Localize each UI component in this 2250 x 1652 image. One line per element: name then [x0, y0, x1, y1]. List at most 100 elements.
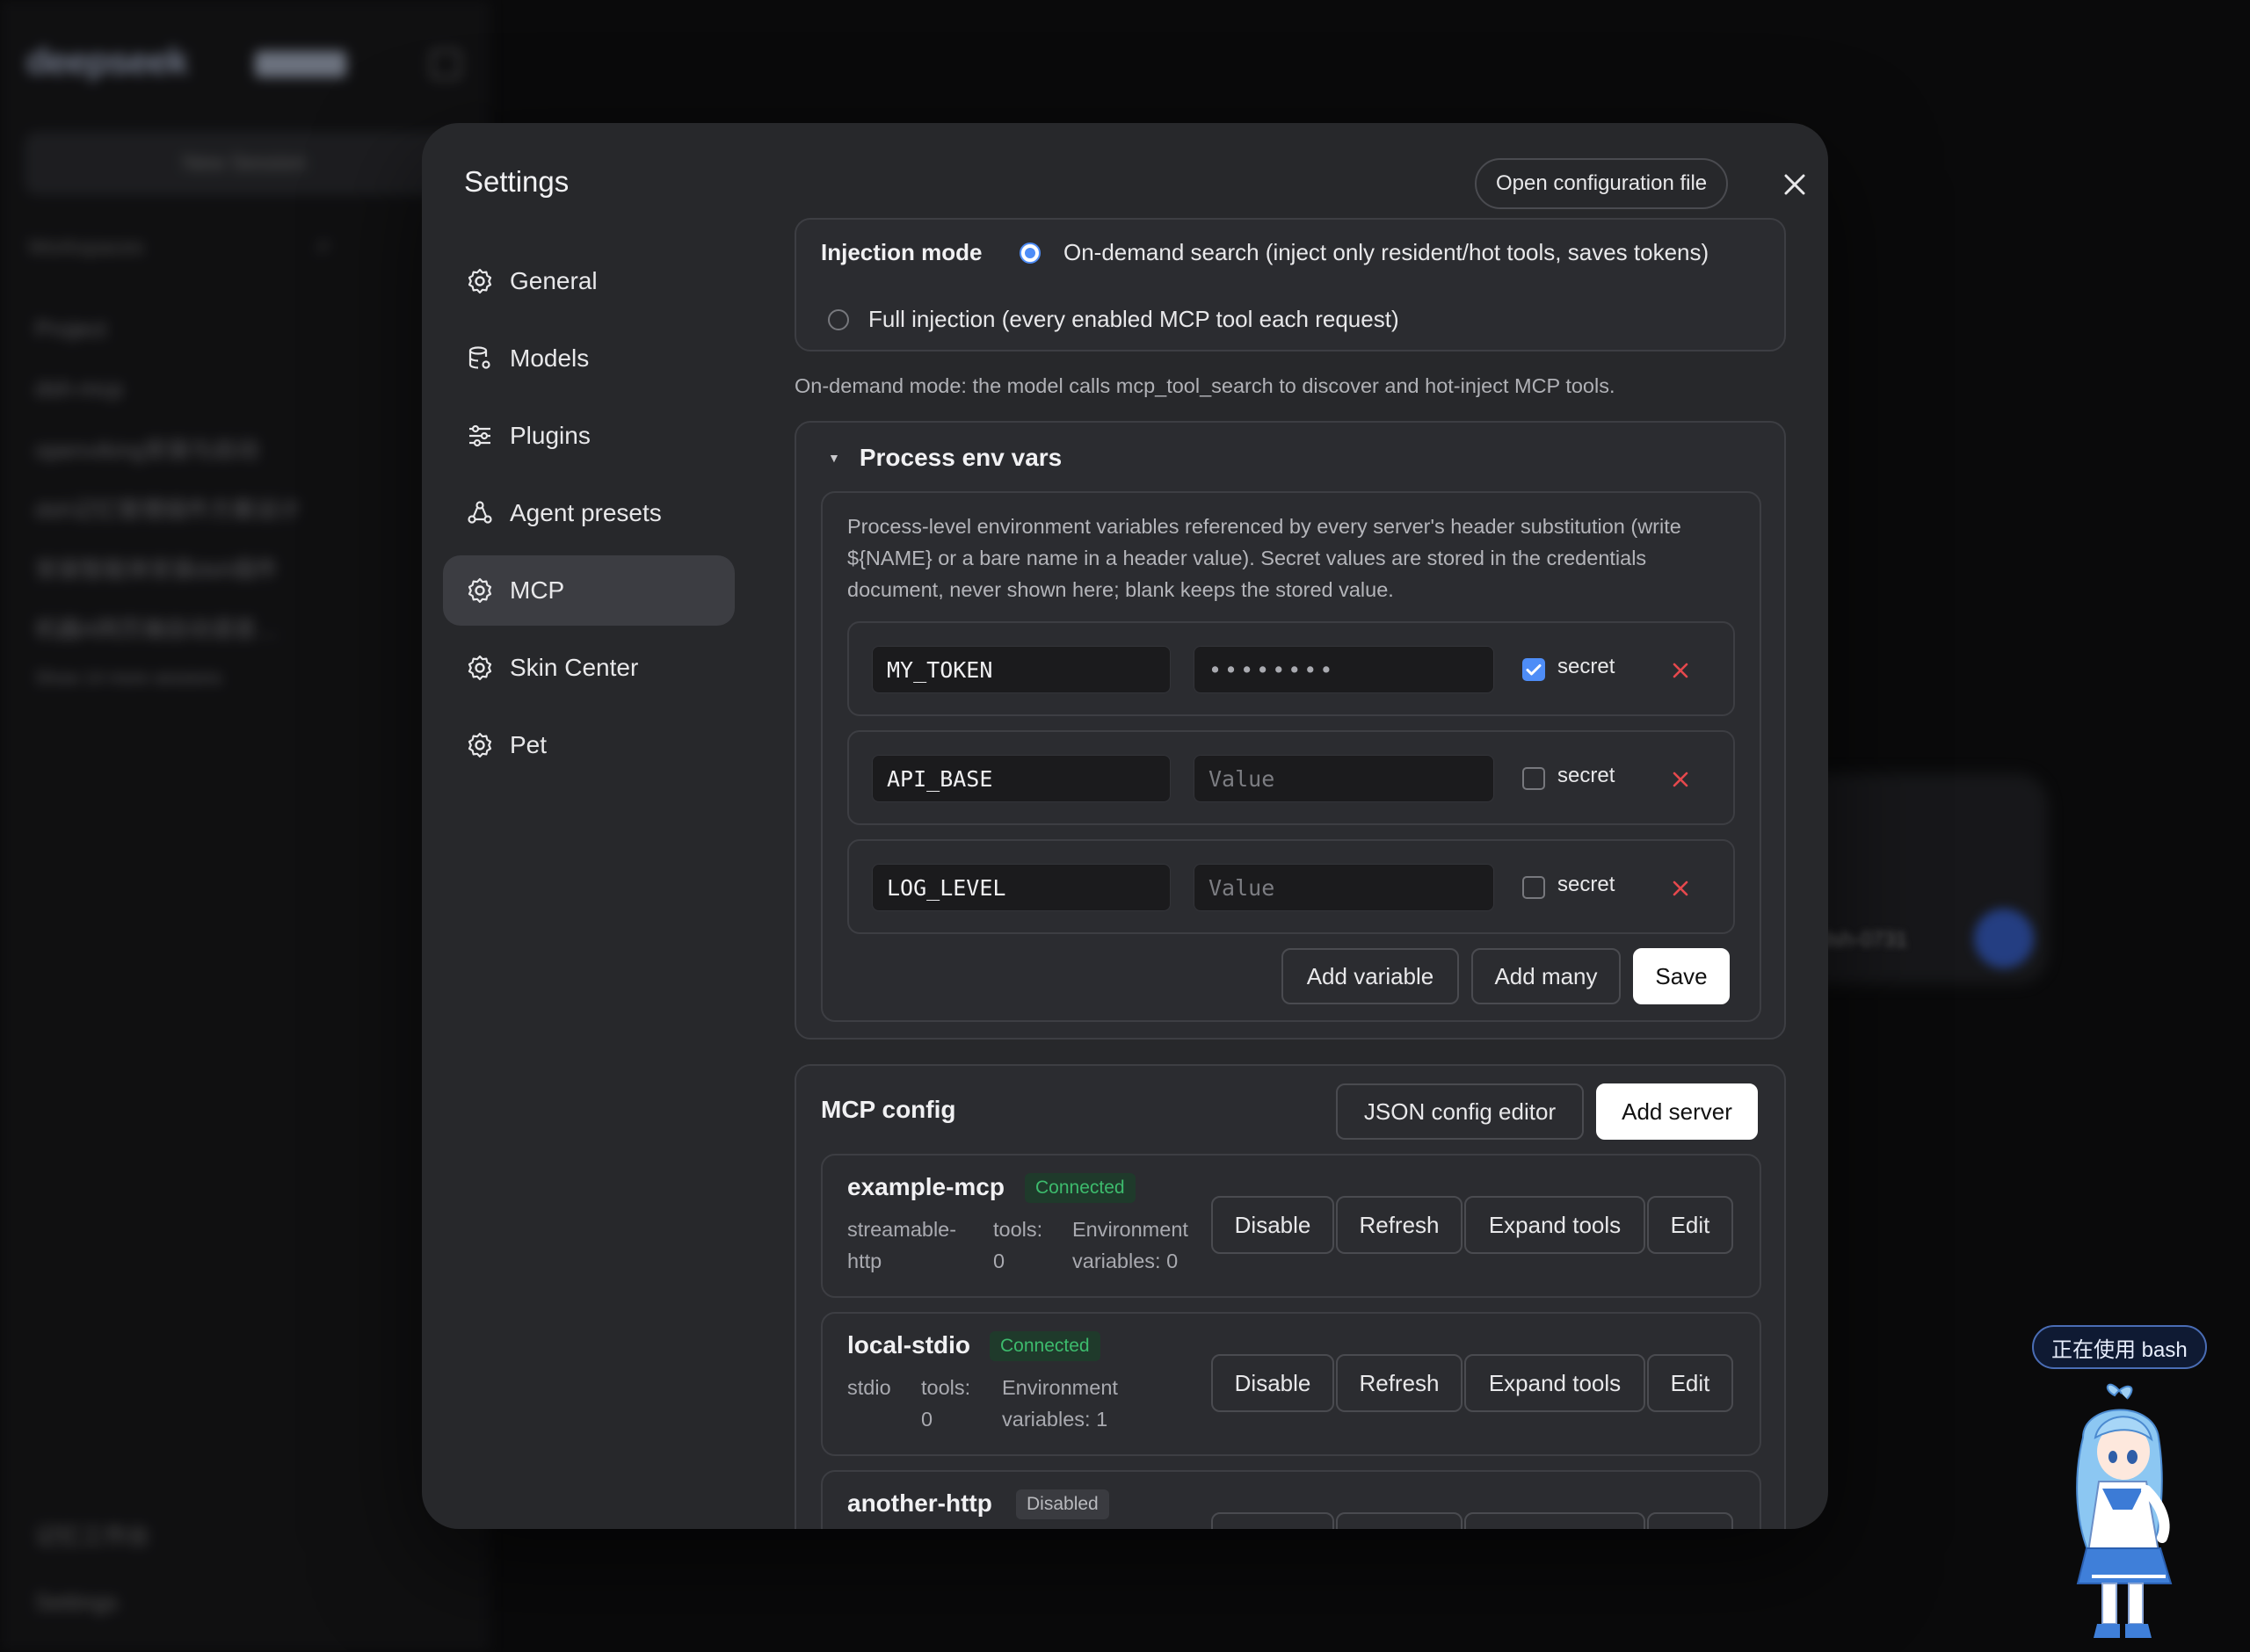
list-item: Project	[35, 315, 106, 342]
expand-tools-button[interactable]: Expand tools	[1464, 1196, 1645, 1254]
radio-on-demand[interactable]	[1020, 243, 1041, 264]
process-env-panel: ▼ Process env vars Process-level environ…	[795, 421, 1786, 1040]
env-vars-box: Process-level environment variables refe…	[821, 491, 1761, 1022]
nav-item-general[interactable]: General	[443, 246, 735, 316]
settings-dialog: Settings Open configuration file General…	[422, 123, 1828, 1529]
background-card-text: dsh-0731	[1819, 928, 1908, 952]
server-name: another-http	[847, 1489, 992, 1517]
edit-button[interactable]: Edit	[1647, 1354, 1733, 1412]
nav-item-models[interactable]: Models	[443, 323, 735, 394]
expand-tools-button[interactable]: Expand tools	[1464, 1354, 1645, 1412]
workspaces-label: Workspaces	[28, 235, 144, 259]
session-list: Project dsh-mcp openviking安装与启动 dsh记忆管理插…	[35, 299, 457, 699]
disable-button[interactable]: Disable	[1211, 1196, 1334, 1254]
add-server-button[interactable]: Add server	[1596, 1083, 1758, 1140]
check-icon	[1526, 664, 1542, 676]
option-on-demand-label[interactable]: On-demand search (inject only resident/h…	[1063, 239, 1709, 266]
secret-checkbox[interactable]	[1522, 658, 1545, 681]
delete-icon[interactable]	[1668, 876, 1693, 901]
delete-icon[interactable]	[1668, 767, 1693, 792]
mcp-config-title: MCP config	[821, 1096, 956, 1123]
footer-settings: Settings	[35, 1589, 118, 1615]
save-button[interactable]: Save	[1633, 948, 1730, 1004]
delete-icon[interactable]	[1668, 658, 1693, 683]
status-badge: Connected	[990, 1331, 1100, 1361]
settings-nav: General Models Plugins Agent presets MCP…	[443, 246, 735, 787]
server-actions	[1211, 1512, 1735, 1529]
refresh-button[interactable]: Refresh	[1336, 1354, 1462, 1412]
secret-label: secret	[1557, 873, 1615, 896]
secret-checkbox[interactable]	[1522, 876, 1545, 899]
nav-item-mcp[interactable]: MCP	[443, 555, 735, 626]
secret-checkbox[interactable]	[1522, 767, 1545, 790]
env-section-title: Process env vars	[859, 444, 1063, 471]
show-more: Show 14 more sessions	[35, 668, 222, 688]
server-actions: Disable Refresh Expand tools Edit	[1211, 1196, 1735, 1254]
expand-tools-button[interactable]	[1464, 1512, 1645, 1529]
gear-icon	[468, 268, 492, 294]
background-send-button	[1974, 909, 2034, 968]
injection-mode-panel: Injection mode On-demand search (inject …	[795, 218, 1786, 351]
pet-mascot[interactable]	[2048, 1376, 2188, 1648]
nav-label: Skin Center	[510, 654, 639, 681]
list-item: 机器A网页端自动语音…	[35, 615, 279, 642]
env-section-toggle[interactable]: ▼ Process env vars	[828, 444, 1062, 472]
app-logo: deepseek	[26, 40, 188, 82]
list-item: 安装智能体安装dsh插件	[35, 555, 278, 583]
edit-button[interactable]: Edit	[1647, 1196, 1733, 1254]
env-value-input[interactable]: ••••••••	[1194, 646, 1494, 693]
add-variable-button[interactable]: Add variable	[1281, 948, 1459, 1004]
server-tools: tools: 0	[993, 1218, 1043, 1272]
secret-label: secret	[1557, 655, 1615, 678]
radio-full-injection[interactable]	[828, 309, 849, 330]
list-item: dsh记忆管理插件方案设计	[35, 496, 301, 523]
env-value-input[interactable]: Value	[1194, 755, 1494, 802]
nav-item-plugins[interactable]: Plugins	[443, 401, 735, 471]
server-name: local-stdio	[847, 1331, 971, 1359]
server-transport: streamable- http	[847, 1218, 957, 1272]
env-description: Process-level environment variables refe…	[847, 515, 1681, 601]
env-row: LOG_LEVEL Value secret	[847, 839, 1735, 934]
json-config-editor-button[interactable]: JSON config editor	[1336, 1083, 1584, 1140]
server-actions: Disable Refresh Expand tools Edit	[1211, 1354, 1735, 1412]
nav-item-agent-presets[interactable]: Agent presets	[443, 478, 735, 548]
server-env-count: Environment variables: 1	[1002, 1376, 1118, 1431]
mcp-config-panel: MCP config JSON config editor Add server…	[795, 1064, 1786, 1529]
database-icon	[468, 346, 490, 369]
env-key-input[interactable]: MY_TOKEN	[872, 646, 1171, 693]
nav-label: Plugins	[510, 422, 591, 449]
list-item: dsh-mcp	[35, 374, 123, 402]
edit-button[interactable]	[1647, 1512, 1733, 1529]
add-many-button[interactable]: Add many	[1471, 948, 1621, 1004]
gear-icon	[468, 655, 492, 681]
close-icon[interactable]	[1775, 165, 1814, 204]
refresh-button[interactable]: Refresh	[1336, 1196, 1462, 1254]
nav-label: General	[510, 267, 598, 294]
disable-button[interactable]: Disable	[1211, 1354, 1334, 1412]
option-full-injection-label[interactable]: Full injection (every enabled MCP tool e…	[868, 306, 1399, 333]
new-session-button: New Session	[25, 132, 464, 195]
search-icon: ⌕	[316, 230, 331, 259]
env-value-input[interactable]: Value	[1194, 864, 1494, 911]
sidebar-toggle-icon	[431, 49, 461, 79]
env-row: API_BASE Value secret	[847, 730, 1735, 825]
caret-down-icon: ▼	[828, 451, 840, 465]
env-key-input[interactable]: API_BASE	[872, 755, 1171, 802]
nav-label: Pet	[510, 731, 548, 758]
refresh-button[interactable]	[1336, 1512, 1462, 1529]
footer-workspace: 记忆工作台	[35, 1523, 150, 1549]
server-tools: tools: 0	[921, 1376, 971, 1431]
nav-item-skin-center[interactable]: Skin Center	[443, 633, 735, 703]
server-transport: stdio	[847, 1376, 891, 1399]
server-card-example-mcp: example-mcp Connected streamable- http t…	[821, 1154, 1761, 1298]
enable-button[interactable]	[1211, 1512, 1334, 1529]
server-env-count: Environment variables: 0	[1072, 1218, 1188, 1272]
server-card-local-stdio: local-stdio Connected stdio tools: 0 Env…	[821, 1312, 1761, 1456]
injection-note: On-demand mode: the model calls mcp_tool…	[795, 374, 1615, 397]
agent-icon	[468, 501, 492, 524]
nav-item-pet[interactable]: Pet	[443, 710, 735, 780]
env-key-input[interactable]: LOG_LEVEL	[872, 864, 1171, 911]
secret-label: secret	[1557, 764, 1615, 787]
gear-icon	[468, 577, 492, 604]
open-config-button[interactable]: Open configuration file	[1475, 158, 1729, 209]
